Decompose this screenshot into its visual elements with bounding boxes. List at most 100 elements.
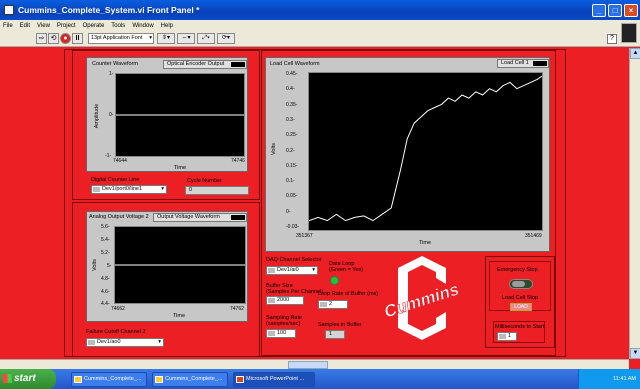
milliseconds-label: Milliseconds to Start xyxy=(495,324,545,330)
io-browse-icon xyxy=(93,187,100,192)
milliseconds-input[interactable]: 1 xyxy=(497,332,517,341)
voltage-legend[interactable]: Output Voltage Waveform xyxy=(153,213,247,222)
close-button[interactable]: × xyxy=(624,3,638,17)
horizontal-scrollbar[interactable] xyxy=(0,359,629,369)
minimize-button[interactable]: _ xyxy=(592,3,606,17)
loadcell-chart-title: Load Cell Waveform xyxy=(270,61,320,67)
milliseconds-value: 1 xyxy=(508,333,512,339)
voltage-y-tick: 4.4- xyxy=(101,301,110,307)
numeric-stepper-icon[interactable] xyxy=(268,331,275,336)
loadcell-y-tick: 0.35- xyxy=(286,101,298,108)
taskbar-item[interactable]: Microsoft PowerPoint ... xyxy=(233,371,315,387)
menu-file[interactable]: File xyxy=(3,23,13,29)
counter-legend-label: Optical Encoder Output xyxy=(167,61,225,67)
series-line xyxy=(309,75,542,222)
menu-window[interactable]: Window xyxy=(132,23,153,29)
buffer-size-label: Buffer Size (Samples Per Channel) xyxy=(266,283,324,295)
maximize-button[interactable]: □ xyxy=(608,3,622,17)
loop-rate-value: 2 xyxy=(329,301,333,307)
counter-y-tick: 1- xyxy=(109,71,114,77)
loadcell-legend[interactable]: Load Cell 1 xyxy=(497,59,549,68)
taskbar-item[interactable]: Cummins_Complete_... xyxy=(152,371,228,387)
vertical-scrollbar[interactable]: ▲ ▼ xyxy=(629,48,640,359)
data-loop-led xyxy=(330,276,339,285)
numeric-stepper-icon[interactable] xyxy=(499,334,506,339)
run-icon[interactable]: ⇨ xyxy=(36,33,47,44)
loadcell-y-tick: 0.4- xyxy=(286,86,295,93)
milliseconds-box: Milliseconds to Start 1 xyxy=(493,321,545,343)
start-label: start xyxy=(14,373,36,384)
numeric-stepper-icon[interactable] xyxy=(268,298,275,303)
menu-tools[interactable]: Tools xyxy=(111,23,125,29)
voltage-y-tick: 5.6- xyxy=(101,224,110,230)
cycle-number-label: Cycle Number xyxy=(187,178,222,184)
align-objects-icon[interactable]: ⇕▾ xyxy=(157,33,175,44)
windows-flag-icon xyxy=(3,374,12,383)
counter-chart-panel: Counter Waveform Optical Encoder Output … xyxy=(86,57,248,172)
run-continuously-icon[interactable]: ⟲ xyxy=(48,33,59,44)
counter-legend[interactable]: Optical Encoder Output xyxy=(163,60,247,69)
clock: 11:41 AM xyxy=(613,376,636,382)
scroll-up-icon[interactable]: ▲ xyxy=(630,48,640,59)
voltage-y-tick: 5.2- xyxy=(101,250,110,256)
counter-y-label: Amplitude xyxy=(94,103,101,129)
buffer-size-value: 2000 xyxy=(277,297,290,303)
loadcell-y-label: Volts xyxy=(270,143,277,155)
loadcell-y-tick: 0.15- xyxy=(286,162,298,169)
digital-line-selector[interactable]: Dev1/port0/line1 xyxy=(91,185,167,194)
menu-project[interactable]: Project xyxy=(57,23,76,29)
taskbar-item[interactable]: Cummins_Complete_... xyxy=(71,371,147,387)
menu-edit[interactable]: Edit xyxy=(20,23,30,29)
numeric-stepper-icon[interactable] xyxy=(320,302,327,307)
menu-view[interactable]: View xyxy=(37,23,50,29)
loadcell-y-tick: 0.3- xyxy=(286,116,295,123)
voltage-x-label: Time xyxy=(173,313,186,319)
voltage-chart-panel: Analog Output Voltage 2 Output Voltage W… xyxy=(86,211,248,322)
font-selector[interactable]: 13pt Application Font xyxy=(88,33,154,44)
counter-x-label: Time xyxy=(174,165,187,171)
failure-cutoff-value: Dev1/ao0 xyxy=(97,339,121,345)
emergency-stop-label: Emergency Stop xyxy=(497,267,538,273)
legend-line-icon xyxy=(231,215,245,220)
counter-chart-title: Counter Waveform xyxy=(92,61,138,67)
start-button[interactable]: start xyxy=(0,369,56,389)
voltage-chart-title: Analog Output Voltage 2 xyxy=(89,214,149,220)
load-button[interactable]: LOAD xyxy=(510,303,532,311)
cummins-logo: Cummins xyxy=(381,256,462,340)
menu-help[interactable]: Help xyxy=(161,23,173,29)
daq-channel-selector[interactable]: Dev1/ai0 xyxy=(266,266,318,275)
emergency-stop-toggle[interactable] xyxy=(509,279,533,289)
reorder-icon[interactable]: ⟳▾ xyxy=(217,33,235,44)
distribute-objects-icon[interactable]: ⇔▾ xyxy=(177,33,195,44)
context-help-icon[interactable]: ? xyxy=(607,34,617,44)
failure-cutoff-selector[interactable]: Dev1/ao0 xyxy=(86,338,164,347)
taskbar-item-label: Cummins_Complete_... xyxy=(165,375,223,382)
loadcell-x-label: Time xyxy=(419,240,432,246)
window-title-bar: Cummins_Complete_System.vi Front Panel *… xyxy=(0,0,640,20)
sampling-rate-input[interactable]: 100 xyxy=(266,329,296,338)
pause-icon[interactable]: II xyxy=(72,33,83,44)
daq-channel-value: Dev1/ai0 xyxy=(277,267,299,273)
digital-line-value: Dev1/port0/line1 xyxy=(102,186,143,192)
voltage-plot xyxy=(115,264,245,266)
loop-rate-input[interactable]: 2 xyxy=(318,300,348,309)
menu-operate[interactable]: Operate xyxy=(83,23,105,29)
samples-in-buffer-indicator: 1 xyxy=(325,330,345,339)
samples-in-buffer-label: Samples in Buffer xyxy=(318,322,362,328)
loadcell-x-min: 351367 xyxy=(296,233,313,239)
io-browse-icon xyxy=(268,268,275,273)
counter-x-max: 74746 xyxy=(231,158,245,164)
taskbar-item-label: Cummins_Complete_... xyxy=(84,375,142,382)
labview-task-icon xyxy=(74,375,82,383)
scroll-thumb[interactable] xyxy=(288,361,328,369)
counter-x-min: 74644 xyxy=(113,158,127,164)
loadcell-plot xyxy=(309,75,542,222)
digital-line-label: Digital Counter Line xyxy=(91,177,140,183)
resize-objects-icon[interactable]: ⤢▾ xyxy=(197,33,215,44)
abort-icon[interactable]: ● xyxy=(60,33,71,44)
buffer-size-input[interactable]: 2000 xyxy=(266,296,304,305)
legend-line-icon xyxy=(231,62,245,67)
scroll-down-icon[interactable]: ▼ xyxy=(630,348,640,359)
voltage-x-max: 74762 xyxy=(230,306,244,312)
taskbar: start Cummins_Complete_... Cummins_Compl… xyxy=(0,369,640,389)
